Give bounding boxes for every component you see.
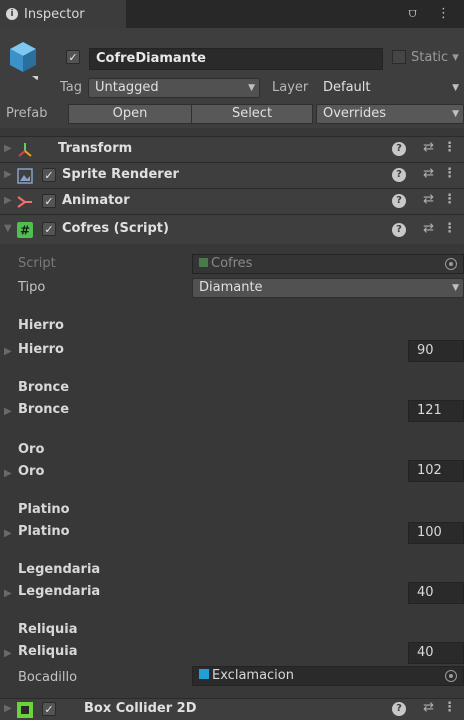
script-label: Script [18, 256, 56, 271]
reliquia-value-field[interactable]: 40 [408, 642, 464, 664]
hierro-value-field[interactable]: 90 [408, 340, 464, 362]
object-picker-icon [445, 258, 457, 270]
component-cofres-script[interactable]: ▼ # ✓ Cofres (Script) ? ⇄ ⋮ [0, 214, 464, 244]
component-name: Transform [58, 141, 133, 156]
sprite-renderer-icon [17, 168, 33, 184]
info-icon: i [6, 8, 18, 20]
bocadillo-object-field[interactable]: Exclamacion [192, 666, 464, 686]
help-icon[interactable]: ? [392, 194, 406, 208]
static-label[interactable]: Static ▾ [411, 50, 459, 65]
help-icon[interactable]: ? [392, 702, 406, 716]
transform-icon [18, 143, 32, 157]
script-reference-field: Cofres [192, 254, 464, 274]
help-icon[interactable]: ? [392, 223, 406, 237]
component-menu-icon[interactable]: ⋮ [443, 700, 456, 715]
script-icon: # [17, 222, 33, 238]
fold-arrow-icon[interactable]: ▶ [4, 406, 12, 417]
prefab-select-button[interactable]: Select [191, 104, 313, 124]
component-enabled-checkbox[interactable]: ✓ [42, 222, 56, 236]
help-icon[interactable]: ? [392, 142, 406, 156]
tag-label: Tag [60, 80, 83, 95]
field-label[interactable]: Hierro [18, 342, 64, 357]
legendaria-value-field[interactable]: 40 [408, 582, 464, 604]
tab-bar: i Inspector ⩌ ⋮ [0, 0, 464, 28]
static-checkbox[interactable] [392, 50, 406, 64]
chevron-down-icon: ▼ [452, 283, 459, 293]
layer-dropdown[interactable]: Default ▼ [316, 78, 464, 98]
field-label[interactable]: Reliquia [18, 644, 78, 659]
component-name: Cofres (Script) [62, 221, 169, 236]
fold-arrow-icon[interactable]: ▶ [4, 195, 12, 206]
tipo-dropdown[interactable]: Diamante ▼ [192, 278, 464, 298]
component-menu-icon[interactable]: ⋮ [443, 192, 456, 207]
fold-arrow-icon[interactable]: ▶ [4, 468, 12, 479]
preset-icon[interactable]: ⇄ [423, 700, 434, 715]
field-label[interactable]: Legendaria [18, 584, 100, 599]
fold-arrow-icon[interactable]: ▶ [4, 169, 12, 180]
component-name: Sprite Renderer [62, 167, 179, 182]
component-menu-icon[interactable]: ⋮ [443, 221, 456, 236]
tab-title: Inspector [24, 6, 85, 22]
chevron-down-icon: ▼ [248, 83, 255, 93]
fold-arrow-icon[interactable]: ▶ [4, 143, 12, 154]
component-box-collider-2d[interactable]: ▶ ✓ Box Collider 2D ? ⇄ ⋮ [0, 698, 464, 720]
component-animator[interactable]: ▶ ✓ Animator ? ⇄ ⋮ [0, 188, 464, 214]
field-label[interactable]: Platino [18, 524, 70, 539]
tipo-label: Tipo [18, 280, 46, 295]
layer-label: Layer [272, 80, 309, 95]
section-header: Reliquia [18, 622, 78, 637]
section-header: Bronce [18, 380, 70, 395]
tab-inspector[interactable]: i Inspector [0, 0, 126, 28]
component-enabled-checkbox[interactable]: ✓ [42, 702, 56, 716]
help-icon[interactable]: ? [392, 168, 406, 182]
gameobject-icon[interactable] [8, 40, 38, 80]
section-header: Platino [18, 502, 70, 517]
object-picker-icon[interactable] [445, 670, 457, 682]
field-label[interactable]: Bronce [18, 402, 69, 417]
chevron-down-icon: ▼ [452, 109, 459, 119]
svg-text:#: # [20, 224, 30, 238]
preset-icon[interactable]: ⇄ [423, 140, 434, 155]
platino-value-field[interactable]: 100 [408, 522, 464, 544]
component-enabled-checkbox[interactable]: ✓ [42, 168, 56, 182]
fold-arrow-expanded-icon[interactable]: ▼ [4, 223, 12, 234]
fold-arrow-icon[interactable]: ▶ [4, 648, 12, 659]
section-header: Oro [18, 442, 45, 457]
preset-icon[interactable]: ⇄ [423, 221, 434, 236]
component-enabled-checkbox[interactable]: ✓ [42, 194, 56, 208]
oro-value-field[interactable]: 102 [408, 460, 464, 482]
object-name-field[interactable]: CofreDiamante [89, 48, 383, 70]
prefab-overrides-dropdown[interactable]: Overrides ▼ [316, 104, 464, 124]
component-menu-icon[interactable]: ⋮ [443, 166, 456, 181]
active-checkbox[interactable]: ✓ [66, 50, 80, 64]
tag-dropdown[interactable]: Untagged ▼ [88, 78, 260, 98]
lock-and-menu-icons[interactable]: ⩌ ⋮ [408, 6, 458, 21]
bronce-value-field[interactable]: 121 [408, 400, 464, 422]
prefab-cube-icon [199, 669, 209, 679]
component-sprite-renderer[interactable]: ▶ ✓ Sprite Renderer ? ⇄ ⋮ [0, 162, 464, 188]
fold-arrow-icon[interactable]: ▶ [4, 346, 12, 357]
fold-arrow-icon[interactable]: ▶ [4, 588, 12, 599]
script-file-icon [199, 258, 208, 267]
section-header: Legendaria [18, 562, 101, 577]
component-name: Animator [62, 193, 130, 208]
animator-icon [17, 196, 32, 208]
fold-arrow-icon[interactable]: ▶ [4, 528, 12, 539]
component-transform[interactable]: ▶ Transform ? ⇄ ⋮ [0, 136, 464, 162]
prefab-label: Prefab [6, 106, 48, 121]
field-label[interactable]: Oro [18, 464, 44, 479]
preset-icon[interactable]: ⇄ [423, 192, 434, 207]
component-menu-icon[interactable]: ⋮ [443, 140, 456, 155]
fold-arrow-icon[interactable]: ▶ [4, 703, 12, 714]
chevron-down-icon: ▼ [452, 83, 459, 93]
preset-icon[interactable]: ⇄ [423, 166, 434, 181]
bocadillo-label: Bocadillo [18, 670, 78, 685]
box-collider-icon [17, 702, 33, 718]
prefab-open-button[interactable]: Open [68, 104, 192, 124]
section-header: Hierro [18, 318, 64, 333]
component-name: Box Collider 2D [84, 701, 197, 716]
gameobject-header: ✓ CofreDiamante Static ▾ Tag Untagged ▼ L… [0, 28, 464, 128]
